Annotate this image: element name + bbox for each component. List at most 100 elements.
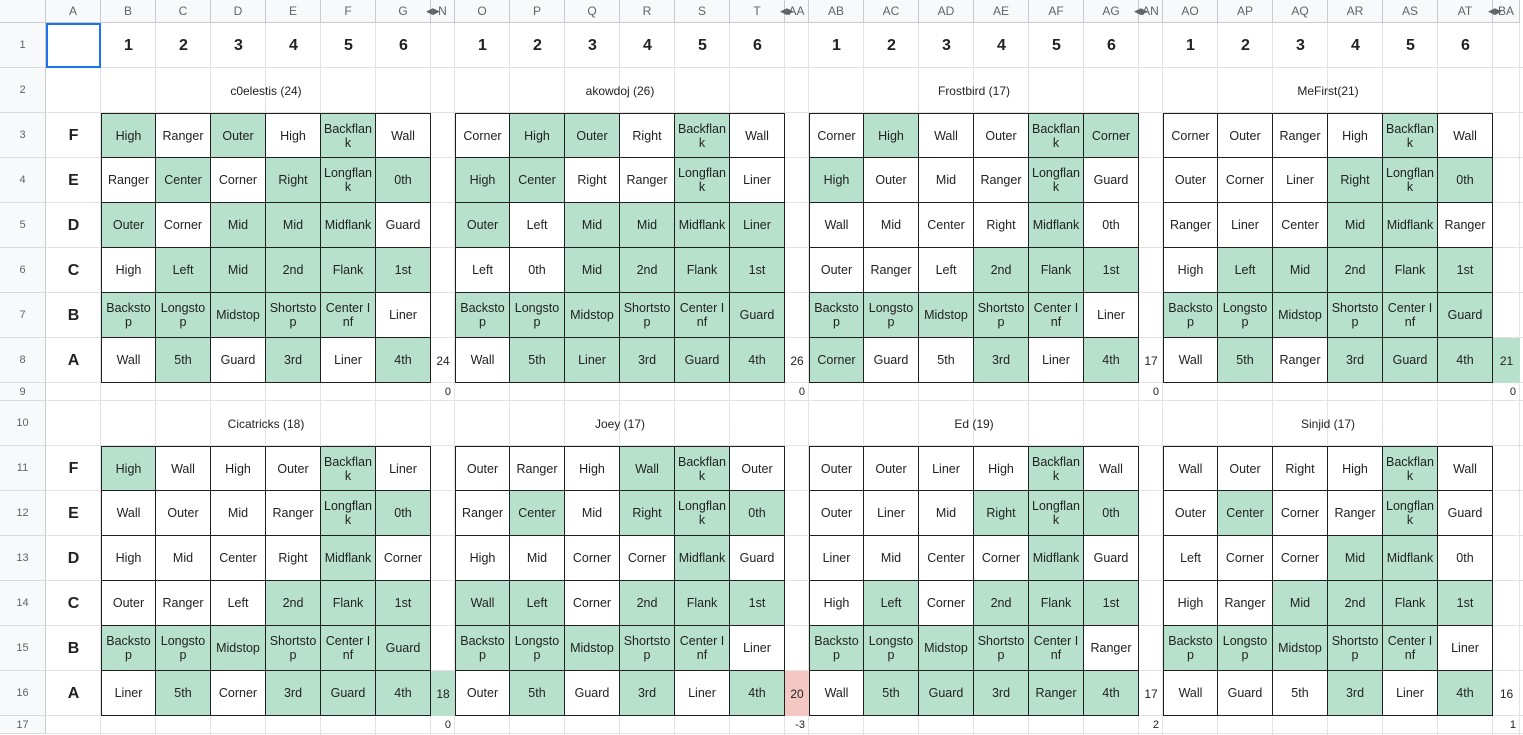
grid-cell[interactable]: Center Inf (321, 626, 376, 671)
grid-cell[interactable]: Left (864, 581, 919, 626)
grid-cell[interactable]: Outer (455, 671, 510, 716)
grid-cell[interactable]: Center (1273, 203, 1328, 248)
column-number[interactable]: 4 (620, 23, 675, 68)
grid-cell[interactable]: Wall (620, 446, 675, 491)
hidden-columns-icon[interactable]: ◀▶ (426, 6, 440, 17)
grid-cell[interactable]: Corner (1273, 491, 1328, 536)
board-title[interactable]: Joey (17) (455, 401, 785, 446)
grid-cell[interactable]: Liner (1383, 671, 1438, 716)
score-delta[interactable]: 0 (809, 383, 1163, 401)
grid-cell[interactable]: Mid (266, 203, 321, 248)
grid-cell[interactable]: Outer (864, 446, 919, 491)
grid-cell[interactable]: High (864, 113, 919, 158)
grid-cell[interactable]: High (1163, 581, 1218, 626)
grid-cell[interactable]: Liner (376, 446, 431, 491)
grid-cell[interactable]: High (809, 581, 864, 626)
column-header[interactable]: AS (1383, 0, 1438, 23)
grid-cell[interactable]: 1st (1084, 248, 1139, 293)
grid-cell[interactable]: Backstop (1163, 293, 1218, 338)
grid-cell[interactable]: Longstop (510, 293, 565, 338)
grid-cell[interactable]: Midstop (211, 293, 266, 338)
grid-cell[interactable]: High (1163, 248, 1218, 293)
grid-cell[interactable]: Liner (1084, 293, 1139, 338)
column-header[interactable]: AD (919, 0, 974, 23)
grid-cell[interactable]: Liner (1273, 158, 1328, 203)
selected-cell-a1[interactable] (46, 23, 101, 68)
grid-cell[interactable]: Outer (809, 491, 864, 536)
grid-cell[interactable]: Longflank (1029, 158, 1084, 203)
grid-cell[interactable]: Liner (1438, 626, 1493, 671)
grid-cell[interactable]: Mid (864, 203, 919, 248)
row-label[interactable]: D (46, 536, 101, 581)
grid-cell[interactable]: Mid (510, 536, 565, 581)
row-header[interactable]: 9 (0, 383, 46, 401)
score-total[interactable]: 17 (1139, 338, 1163, 383)
grid-cell[interactable]: High (1328, 446, 1383, 491)
grid-cell[interactable]: Corner (565, 581, 620, 626)
grid-cell[interactable]: Midflank (1383, 536, 1438, 581)
grid-cell[interactable]: Center Inf (675, 626, 730, 671)
row-header[interactable]: 16 (0, 671, 46, 716)
grid-cell[interactable]: 4th (376, 671, 431, 716)
score-total[interactable]: 20 (785, 671, 809, 716)
hidden-columns-icon[interactable]: ◀▶ (1488, 6, 1502, 17)
score-delta[interactable]: -3 (455, 716, 809, 734)
grid-cell[interactable]: Liner (730, 626, 785, 671)
grid-cell[interactable]: Mid (1273, 248, 1328, 293)
grid-cell[interactable]: Ranger (156, 113, 211, 158)
row-header[interactable]: 7 (0, 293, 46, 338)
column-number[interactable]: 3 (565, 23, 620, 68)
grid-cell[interactable]: Right (266, 158, 321, 203)
grid-cell[interactable]: Longstop (156, 293, 211, 338)
score-total[interactable]: 26 (785, 338, 809, 383)
grid-cell[interactable]: Ranger (974, 158, 1029, 203)
column-header[interactable]: A (46, 0, 101, 23)
row-label[interactable]: D (46, 203, 101, 248)
grid-cell[interactable]: 3rd (266, 338, 321, 383)
column-number[interactable]: 5 (321, 23, 376, 68)
grid-cell[interactable]: Shortstop (266, 626, 321, 671)
grid-cell[interactable]: Liner (101, 671, 156, 716)
grid-cell[interactable]: Mid (156, 536, 211, 581)
grid-cell[interactable]: Right (620, 491, 675, 536)
grid-cell[interactable]: Outer (266, 446, 321, 491)
column-header[interactable]: AB (809, 0, 864, 23)
grid-cell[interactable]: Shortstop (1328, 626, 1383, 671)
score-total[interactable]: 16 (1493, 671, 1520, 716)
grid-cell[interactable]: Ranger (266, 491, 321, 536)
grid-cell[interactable]: Corner (809, 113, 864, 158)
row-label[interactable]: F (46, 113, 101, 158)
column-header[interactable]: D (211, 0, 266, 23)
grid-cell[interactable]: Midstop (565, 293, 620, 338)
grid-cell[interactable]: 2nd (266, 581, 321, 626)
column-header[interactable]: AG (1084, 0, 1139, 23)
grid-cell[interactable]: Liner (376, 293, 431, 338)
grid-cell[interactable]: Guard (1084, 536, 1139, 581)
grid-cell[interactable]: Midflank (1029, 536, 1084, 581)
grid-cell[interactable]: Wall (809, 671, 864, 716)
grid-cell[interactable]: Midstop (211, 626, 266, 671)
grid-cell[interactable]: Liner (730, 158, 785, 203)
grid-cell[interactable]: Guard (376, 203, 431, 248)
grid-cell[interactable]: 4th (1084, 338, 1139, 383)
grid-cell[interactable]: High (1328, 113, 1383, 158)
grid-cell[interactable]: Liner (565, 338, 620, 383)
hidden-columns-icon[interactable]: ◀▶ (780, 6, 794, 17)
grid-cell[interactable]: Outer (1163, 158, 1218, 203)
column-number[interactable]: 5 (1029, 23, 1084, 68)
score-delta[interactable]: 0 (1163, 383, 1520, 401)
grid-cell[interactable]: Guard (730, 536, 785, 581)
grid-cell[interactable]: 2nd (620, 248, 675, 293)
grid-cell[interactable]: Backstop (101, 293, 156, 338)
board-title[interactable]: Frostbird (17) (809, 68, 1139, 113)
grid-cell[interactable]: 0th (730, 491, 785, 536)
grid-cell[interactable]: Left (1163, 536, 1218, 581)
grid-cell[interactable]: Center Inf (1383, 293, 1438, 338)
grid-cell[interactable]: Wall (809, 203, 864, 248)
grid-cell[interactable]: Mid (919, 491, 974, 536)
row-label[interactable]: A (46, 671, 101, 716)
column-number[interactable]: 4 (266, 23, 321, 68)
grid-cell[interactable]: High (455, 536, 510, 581)
grid-cell[interactable]: Outer (101, 581, 156, 626)
grid-cell[interactable]: Mid (1328, 203, 1383, 248)
